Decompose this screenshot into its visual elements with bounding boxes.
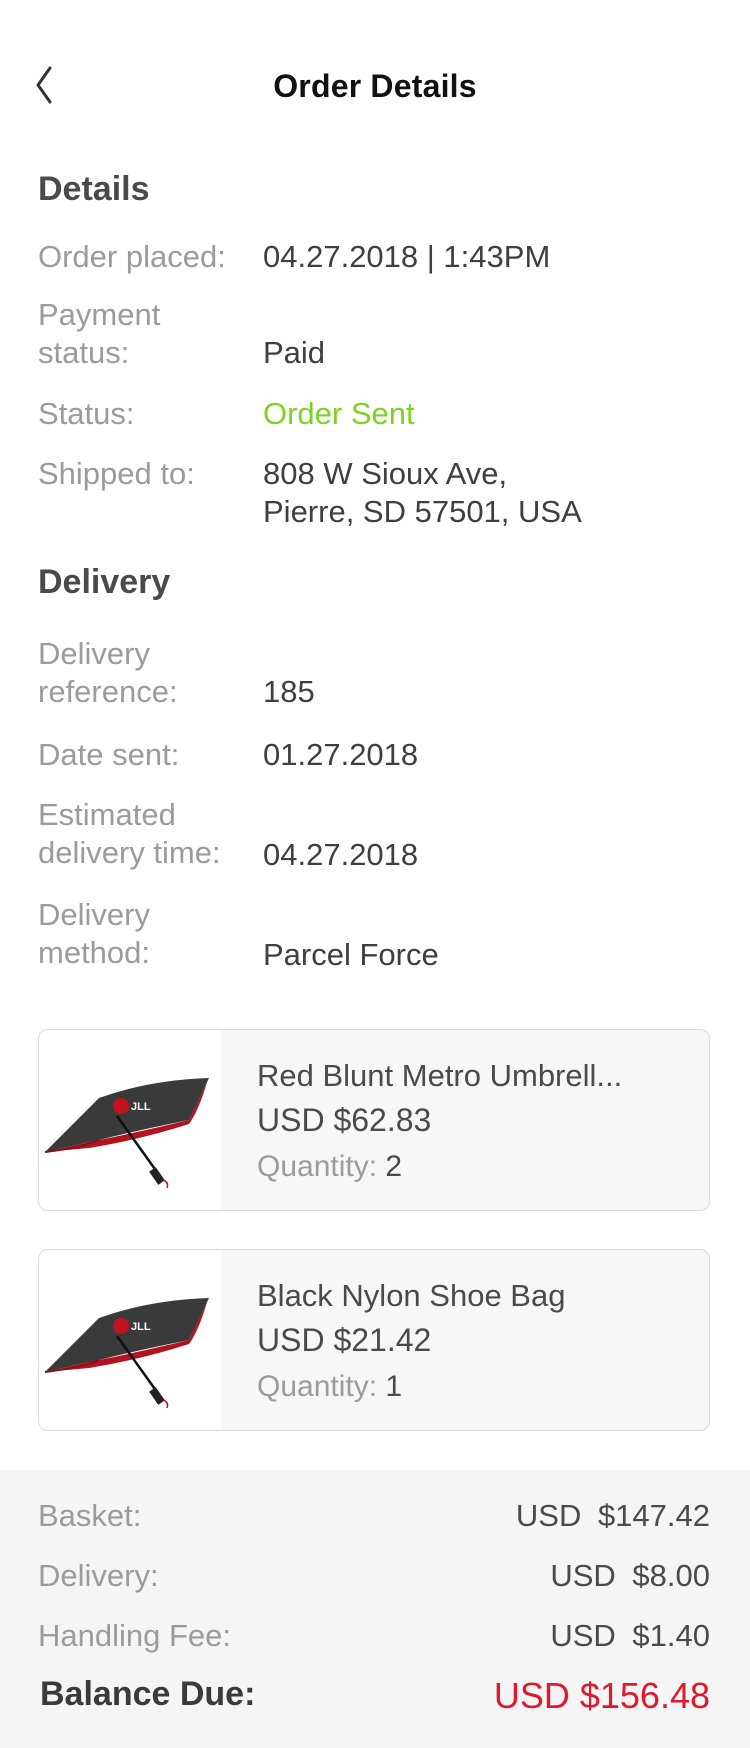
- basket-value: USD $147.42: [515, 1498, 710, 1533]
- balance-due-value: USD $156.48: [493, 1675, 710, 1716]
- status-label: Status:: [38, 396, 135, 431]
- page-title: Order Details: [273, 68, 477, 104]
- shipped-to-label: Shipped to:: [38, 456, 195, 491]
- item-quantity-label: Quantity:: [257, 1370, 378, 1403]
- delivery-fee-label: Delivery:: [38, 1558, 159, 1593]
- estimated-delivery-label-line1: Estimated: [38, 797, 176, 832]
- item-quantity-value: 2: [385, 1150, 403, 1183]
- umbrella-image: JLL: [39, 1030, 221, 1210]
- handling-fee-value: USD $1.40: [550, 1618, 710, 1653]
- handling-fee-row: Handling Fee: USD $1.40: [38, 1618, 710, 1658]
- order-placed-label: Order placed:: [38, 239, 226, 274]
- handling-fee-label: Handling Fee:: [38, 1618, 232, 1653]
- shipped-address-line1: 808 W Sioux Ave,: [263, 456, 508, 491]
- delivery-method-row: Delivery method: Parcel Force: [38, 896, 718, 976]
- estimated-delivery-row: Estimated delivery time: 04.27.2018: [38, 796, 718, 876]
- balance-due-label: Balance Due:: [40, 1675, 256, 1713]
- delivery-reference-row: Delivery reference: 185: [38, 635, 718, 715]
- status-row: Status: Order Sent: [38, 395, 718, 435]
- balance-due-row: Balance Due: USD $156.48: [38, 1675, 710, 1716]
- order-summary: Basket: USD $147.42 Delivery: USD $8.00 …: [0, 1470, 750, 1748]
- basket-label: Basket:: [38, 1498, 142, 1533]
- status-value: Order Sent: [263, 396, 415, 431]
- svg-text:JLL: JLL: [131, 1101, 151, 1113]
- item-quantity: Quantity: 1: [257, 1370, 402, 1404]
- order-item-card[interactable]: JLL Red Blunt Metro Umbrell... USD $62.8…: [38, 1029, 710, 1211]
- header: Order Details: [0, 40, 750, 130]
- order-item-card[interactable]: JLL Black Nylon Shoe Bag USD $21.42 Quan…: [38, 1249, 710, 1431]
- item-price-prefix: USD $: [257, 1322, 352, 1358]
- date-sent-row: Date sent: 01.27.2018: [38, 736, 718, 776]
- payment-status-label-line1: Payment: [38, 297, 161, 332]
- delivery-fee-row: Delivery: USD $8.00: [38, 1558, 710, 1598]
- date-sent-value: 01.27.2018: [263, 737, 419, 772]
- item-price: USD $21.42: [257, 1322, 431, 1359]
- shipped-to-row: Shipped to: 808 W Sioux Ave, Pierre, SD …: [38, 455, 718, 535]
- estimated-delivery-value: 04.27.2018: [263, 837, 419, 872]
- item-name: Red Blunt Metro Umbrell...: [257, 1058, 623, 1093]
- item-quantity-label: Quantity:: [257, 1150, 378, 1183]
- delivery-heading: Delivery: [38, 563, 171, 601]
- delivery-method-label-line2: method:: [38, 935, 151, 970]
- delivery-reference-label-line2: reference:: [38, 674, 178, 709]
- item-name: Black Nylon Shoe Bag: [257, 1278, 566, 1313]
- order-placed-row: Order placed: 04.27.2018 | 1:43PM: [38, 238, 718, 278]
- item-quantity: Quantity: 2: [257, 1150, 402, 1184]
- order-details-screen: Order Details Details Order placed: 04.2…: [0, 0, 750, 1748]
- item-price-amount: 62.83: [351, 1102, 432, 1138]
- item-price-amount: 21.42: [351, 1322, 432, 1358]
- payment-status-label-line2: status:: [38, 335, 130, 370]
- date-sent-label: Date sent:: [38, 737, 180, 772]
- delivery-method-label-line1: Delivery: [38, 897, 150, 932]
- delivery-fee-value: USD $8.00: [550, 1558, 710, 1593]
- basket-row: Basket: USD $147.42: [38, 1498, 710, 1538]
- svg-text:JLL: JLL: [131, 1321, 151, 1333]
- item-price: USD $62.83: [257, 1102, 431, 1139]
- item-price-prefix: USD $: [257, 1102, 352, 1138]
- delivery-reference-value: 185: [263, 674, 315, 709]
- shipped-address-line2: Pierre, SD 57501, USA: [263, 494, 582, 529]
- details-heading: Details: [38, 170, 150, 208]
- payment-status-row: Payment status: Paid: [38, 296, 718, 376]
- delivery-reference-label-line1: Delivery: [38, 636, 150, 671]
- umbrella-image: JLL: [39, 1250, 221, 1430]
- order-placed-value: 04.27.2018 | 1:43PM: [263, 239, 551, 274]
- delivery-method-value: Parcel Force: [263, 937, 439, 972]
- estimated-delivery-label-line2: delivery time:: [38, 835, 221, 870]
- item-quantity-value: 1: [385, 1370, 403, 1403]
- payment-status-value: Paid: [263, 335, 326, 370]
